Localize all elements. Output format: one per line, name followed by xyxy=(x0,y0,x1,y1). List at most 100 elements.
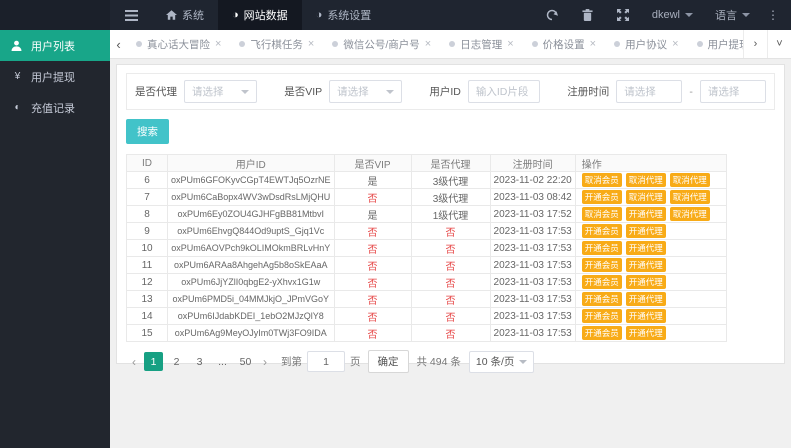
action-button[interactable]: 开通代理 xyxy=(625,308,666,324)
action-button[interactable]: 开通代理 xyxy=(625,291,666,307)
cell-actions: 开通会员 开通代理 xyxy=(574,307,727,325)
sidebar-item-1[interactable]: ¥ 用户提现 xyxy=(0,61,110,92)
chevron-down-icon xyxy=(385,89,394,94)
goto-confirm-button[interactable]: 确定 xyxy=(367,350,409,373)
prev-page-button[interactable]: ‹ xyxy=(126,352,142,371)
user-menu[interactable]: dkewl xyxy=(641,0,704,30)
action-button[interactable]: 开通代理 xyxy=(625,223,666,239)
action-button[interactable]: 取消会员 xyxy=(581,172,622,188)
action-button[interactable]: 开通会员 xyxy=(581,189,622,205)
page-button[interactable]: ... xyxy=(213,352,232,371)
refresh-icon xyxy=(546,9,558,21)
action-button[interactable]: 取消代理 xyxy=(625,172,666,188)
tab-0[interactable]: 真心话大冒险 × xyxy=(127,30,230,58)
tab-close-icon[interactable]: × xyxy=(215,38,221,50)
action-button[interactable]: 开通代理 xyxy=(625,325,666,341)
page-button[interactable]: 1 xyxy=(144,352,163,371)
regtime-end-picker[interactable]: 请选择 xyxy=(699,80,767,103)
tab-close-icon[interactable]: × xyxy=(590,38,596,50)
page-button[interactable]: 2 xyxy=(167,352,186,371)
vip-filter-select[interactable]: 请选择 xyxy=(329,80,402,103)
cell-agent: 否 xyxy=(410,273,491,291)
more-options-button[interactable]: ⋮ xyxy=(761,0,791,30)
nav-menu-label: 网站数据 xyxy=(243,10,288,22)
action-button[interactable]: 开通代理 xyxy=(625,257,666,273)
cell-user-id: oxPUm6IJdabKDEI_1ebO2MJzQlY8 xyxy=(167,307,335,325)
nav-menu-2[interactable]: ◑ 系统设置 xyxy=(302,0,386,30)
refresh-button[interactable] xyxy=(534,0,570,30)
action-button[interactable]: 取消会员 xyxy=(581,206,622,222)
tab-4[interactable]: 价格设置 × xyxy=(523,30,605,58)
cell-id: 12 xyxy=(126,273,168,291)
action-button[interactable]: 取消代理 xyxy=(669,172,710,188)
action-button[interactable]: 开通会员 xyxy=(581,257,622,273)
action-button[interactable]: 开通代理 xyxy=(625,206,666,222)
action-button[interactable]: 开通代理 xyxy=(625,240,666,256)
action-button[interactable]: 取消代理 xyxy=(669,206,710,222)
table-row: 14 oxPUm6IJdabKDEI_1ebO2MJzQlY8 否否 2023-11-… xyxy=(126,307,727,325)
table-row: 6 oxPUm6GFOKyvCGpT4EWTJq5OzrNE 是 3级代理 2023-1… xyxy=(126,171,727,189)
chevron-right-icon: › xyxy=(753,38,758,50)
cell-id: 9 xyxy=(126,222,168,240)
cell-reg-time: 2023-11-03 17:53 xyxy=(489,239,576,257)
cell-reg-time: 2023-11-03 17:53 xyxy=(489,307,576,325)
tab-3[interactable]: 日志管理 × xyxy=(440,30,522,58)
tab-6[interactable]: 用户提现× xyxy=(688,30,743,58)
page-button[interactable]: 3 xyxy=(190,352,209,371)
tab-2[interactable]: 微信公号/商户号 × xyxy=(323,30,440,58)
pagination: ‹ 123...50 › 到第 页 确定 共 494 条 10 条/页 xyxy=(126,350,775,373)
clear-cache-button[interactable] xyxy=(570,0,605,30)
column-header: 注册时间 xyxy=(489,154,576,172)
page-size-select[interactable]: 10 条/页 xyxy=(468,350,535,373)
regtime-filter-label: 注册时间 xyxy=(567,86,610,98)
language-label: 语言 xyxy=(715,10,737,22)
cell-agent: 3级代理 xyxy=(410,171,491,189)
tabs-scroll-right-button[interactable]: › xyxy=(743,30,767,58)
tab-close-icon[interactable]: × xyxy=(308,38,314,50)
sidebar-toggle-button[interactable] xyxy=(110,0,152,30)
tab-5[interactable]: 用户协议 × xyxy=(605,30,687,58)
action-button[interactable]: 开通会员 xyxy=(581,240,622,256)
table-row: 7 oxPUm6CaBopx4WV3wDsdRsLMjQHU 否 3级代理 2023-1… xyxy=(126,188,727,206)
tab-1[interactable]: 飞行棋任务 × xyxy=(230,30,323,58)
next-page-button[interactable]: › xyxy=(257,352,273,371)
sidebar-item-0[interactable]: 用户列表 xyxy=(0,30,110,61)
action-button[interactable]: 开通会员 xyxy=(581,291,622,307)
action-button[interactable]: 取消代理 xyxy=(625,189,666,205)
column-header: ID xyxy=(126,154,168,172)
cell-id: 10 xyxy=(126,239,168,257)
action-button[interactable]: 开通会员 xyxy=(581,308,622,324)
action-button[interactable]: 开通代理 xyxy=(625,274,666,290)
page-button[interactable]: 50 xyxy=(236,352,255,371)
agent-filter-select[interactable]: 请选择 xyxy=(184,80,257,103)
sidebar-item-2[interactable]: ◐ 充值记录 xyxy=(0,92,110,123)
nav-menu-0[interactable]: 系统 xyxy=(152,0,218,30)
tabs-menu-button[interactable]: ˅ xyxy=(767,30,791,58)
tab-close-icon[interactable]: × xyxy=(425,38,431,50)
cell-id: 7 xyxy=(126,188,168,206)
language-menu[interactable]: 语言 xyxy=(704,0,761,30)
cell-id: 8 xyxy=(126,205,168,223)
search-button[interactable]: 搜索 xyxy=(126,119,169,144)
action-button[interactable]: 开通会员 xyxy=(581,325,622,341)
tab-close-icon[interactable]: × xyxy=(507,38,513,50)
regtime-start-picker[interactable]: 请选择 xyxy=(616,80,683,103)
tab-controls: › ˅ xyxy=(743,30,791,58)
cell-vip: 否 xyxy=(333,222,412,240)
goto-page-input[interactable] xyxy=(307,351,345,372)
fullscreen-button[interactable] xyxy=(605,0,641,30)
userid-input[interactable] xyxy=(467,80,540,103)
nav-menu-1[interactable]: ◑ 网站数据 xyxy=(218,0,302,30)
action-button[interactable]: 开通会员 xyxy=(581,223,622,239)
nav-menu-label: 系统 xyxy=(182,10,204,22)
action-button[interactable]: 开通会员 xyxy=(581,274,622,290)
tab-status-dot xyxy=(531,41,538,47)
action-button[interactable]: 取消代理 xyxy=(669,189,710,205)
tab-label: 日志管理 xyxy=(460,38,503,51)
cell-id: 13 xyxy=(126,290,168,308)
username-label: dkewl xyxy=(651,9,680,21)
tab-close-icon[interactable]: × xyxy=(672,38,678,50)
adjust-icon: ◑ xyxy=(315,8,323,21)
tabs-scroll-left-button[interactable]: ‹ xyxy=(110,30,127,58)
cell-vip: 是 xyxy=(333,171,412,189)
